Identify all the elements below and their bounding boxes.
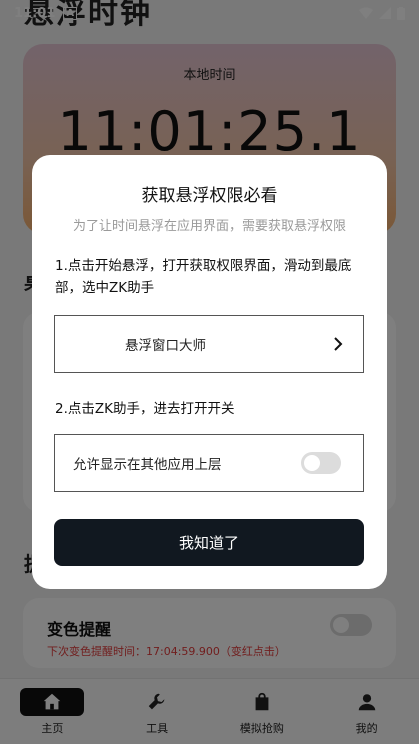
app-row-floating-window-master[interactable]: 悬浮窗口大师 — [54, 315, 364, 373]
app-row-label: 悬浮窗口大师 — [125, 338, 206, 354]
chevron-right-icon — [334, 337, 343, 351]
dialog-subtitle: 为了让时间悬浮在应用界面，需要获取悬浮权限 — [72, 219, 346, 234]
got-it-button[interactable]: 我知道了 — [54, 519, 364, 566]
permission-row: 允许显示在其他应用上层 — [54, 434, 364, 492]
dialog-title: 获取悬浮权限必看 — [141, 186, 278, 206]
step2-text: 2.点击ZK助手，进去打开开关 — [55, 401, 235, 417]
step1-text: 1.点击开始悬浮，打开获取权限界面，滑动到最底部，选中ZK助手 — [55, 258, 352, 296]
toggle-knob — [304, 455, 320, 471]
permission-dialog: 获取悬浮权限必看 为了让时间悬浮在应用界面，需要获取悬浮权限 1.点击开始悬浮，… — [32, 155, 387, 589]
permission-label: 允许显示在其他应用上层 — [73, 457, 222, 473]
permission-toggle[interactable] — [301, 452, 341, 474]
